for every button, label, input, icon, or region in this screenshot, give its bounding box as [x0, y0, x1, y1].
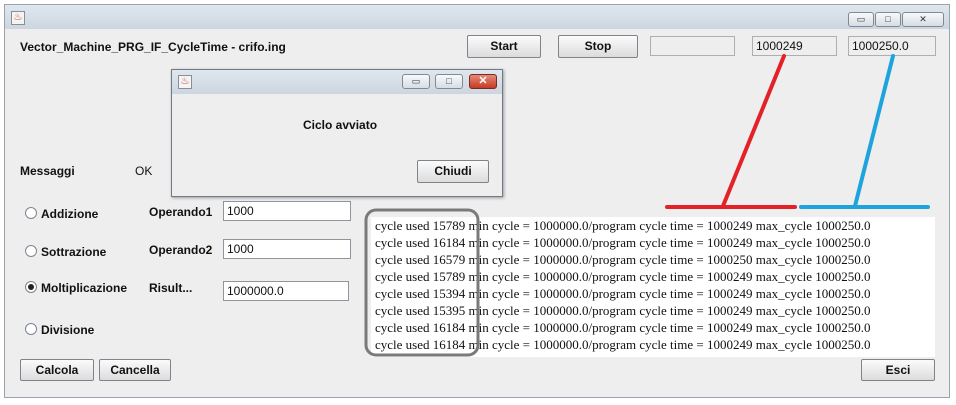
calcola-button[interactable]: Calcola	[20, 359, 94, 381]
operando1-input[interactable]: 1000	[223, 201, 351, 221]
operando2-input[interactable]: 1000	[223, 239, 351, 259]
dialog-message: Ciclo avviato	[303, 118, 378, 132]
main-window: ♨ ▭ □ ✕ Vector_Machine_PRG_IF_CycleTime …	[4, 4, 950, 398]
cycle-time-field: 1000249	[752, 36, 837, 56]
status-field	[650, 36, 735, 56]
radio-sottrazione-label: Sottrazione	[41, 245, 107, 259]
dialog-title-bar: ♨ ▭ □ ✕	[172, 70, 502, 94]
dialog-maximize-button[interactable]: □	[435, 74, 463, 89]
operando1-label: Operando1	[149, 205, 213, 219]
dialog-minimize-button[interactable]: ▭	[402, 74, 430, 89]
result-label: Risult...	[149, 281, 193, 295]
messages-value: OK	[135, 164, 153, 178]
radio-divisione-label: Divisione	[41, 323, 95, 337]
max-cycle-field: 1000250.0	[848, 36, 936, 56]
log-line: cycle used 15789 min cycle = 1000000.0/p…	[375, 218, 871, 233]
log-line: cycle used 16184 min cycle = 1000000.0/p…	[375, 235, 871, 250]
cycle-log-panel: cycle used 15789 min cycle = 1000000.0/p…	[371, 217, 935, 357]
log-line: cycle used 16184 min cycle = 1000000.0/p…	[375, 337, 871, 352]
start-button[interactable]: Start	[467, 35, 541, 58]
title-bar: ♨ ▭ □ ✕	[5, 5, 949, 29]
log-line: cycle used 15394 min cycle = 1000000.0/p…	[375, 286, 871, 301]
radio-sottrazione[interactable]	[25, 245, 37, 257]
maximize-button[interactable]: □	[875, 12, 901, 27]
stop-button[interactable]: Stop	[558, 35, 638, 58]
messages-label: Messaggi	[20, 164, 75, 178]
radio-divisione[interactable]	[25, 323, 37, 335]
radio-moltiplicazione[interactable]	[25, 281, 37, 293]
java-app-icon: ♨	[178, 75, 192, 89]
log-line: cycle used 16579 min cycle = 1000000.0/p…	[375, 252, 871, 267]
radio-addizione[interactable]	[25, 207, 37, 219]
close-button[interactable]: ✕	[902, 12, 944, 27]
log-line: cycle used 16184 min cycle = 1000000.0/p…	[375, 320, 871, 335]
app-title-label: Vector_Machine_PRG_IF_CycleTime - crifo.…	[20, 40, 286, 54]
radio-moltiplicazione-label: Moltiplicazione	[41, 281, 128, 295]
java-app-icon: ♨	[11, 11, 25, 25]
operando2-label: Operando2	[149, 243, 213, 257]
log-line: cycle used 15789 min cycle = 1000000.0/p…	[375, 269, 871, 284]
cancella-button[interactable]: Cancella	[99, 359, 171, 381]
chiudi-button[interactable]: Chiudi	[417, 160, 489, 183]
radio-addizione-label: Addizione	[41, 207, 99, 221]
dialog-close-button[interactable]: ✕	[469, 74, 497, 89]
minimize-button[interactable]: ▭	[848, 12, 874, 27]
esci-button[interactable]: Esci	[861, 359, 935, 381]
result-field[interactable]: 1000000.0	[223, 281, 349, 301]
start-dialog: ♨ ▭ □ ✕ Ciclo avviato Chiudi	[171, 69, 503, 197]
log-line: cycle used 15395 min cycle = 1000000.0/p…	[375, 303, 871, 318]
